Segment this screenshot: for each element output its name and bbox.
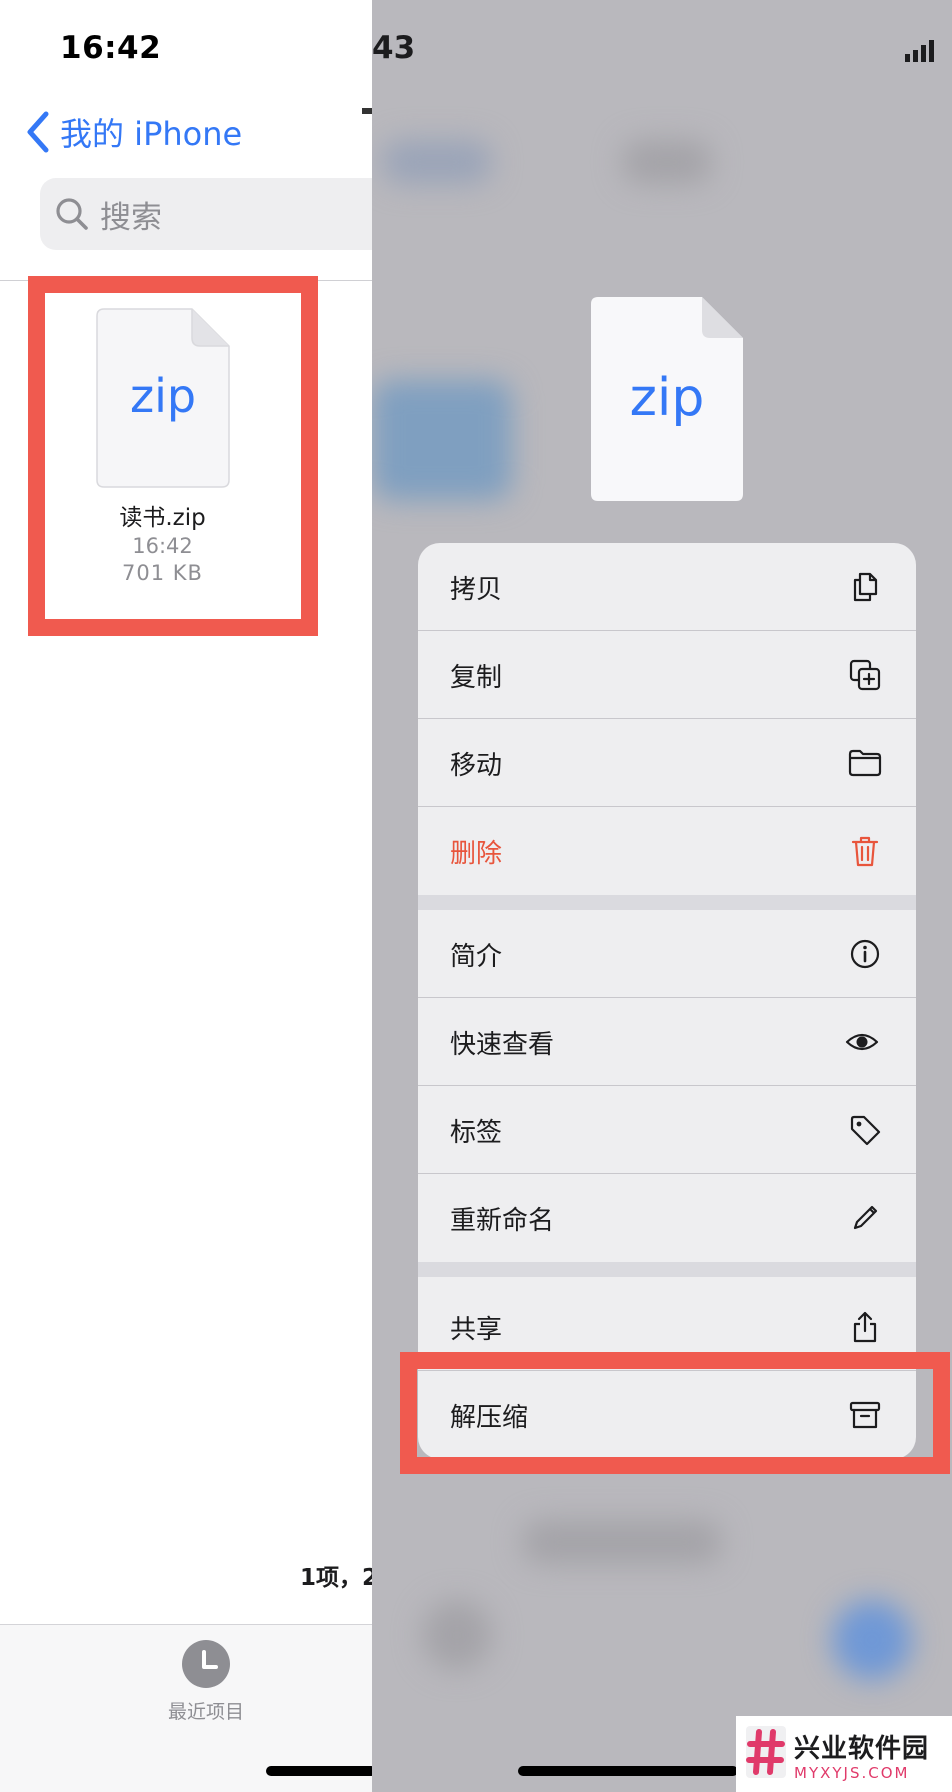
trash-icon [851,836,879,867]
blurred-footer [522,1520,722,1564]
search-field[interactable]: 搜索 [40,178,372,250]
menu-item-quick-look[interactable]: 快速查看 [418,998,916,1086]
menu-item-label: 简介 [450,941,503,972]
blurred-folder [372,380,512,500]
clock-icon[interactable] [182,1640,230,1688]
duplicate-icon [849,659,881,691]
eye-icon [845,1033,879,1051]
menu-item-label: 标签 [450,1117,503,1148]
status-time-fragment: 43 [372,30,416,66]
chevron-left-icon [27,111,49,153]
zip-preview-icon: zip [591,297,743,501]
watermark-title: 兴业软件园 [794,1734,930,1764]
context-menu: 拷贝 复制 移动 删除 简介 快速查看 标签 重新命名 共享 解压缩 [418,543,916,1459]
menu-item-copy[interactable]: 拷贝 [418,543,916,631]
blurred-back-button [382,140,492,184]
copy-icon [853,572,878,602]
menu-item-label: 移动 [450,750,503,781]
highlight-box-decompress [400,1352,950,1474]
search-icon [56,198,88,230]
blurred-title [622,140,712,184]
menu-item-tags[interactable]: 标签 [418,1086,916,1174]
item-count: 1项，2 [300,1565,372,1591]
home-indicator [266,1766,372,1776]
menu-item-duplicate[interactable]: 复制 [418,631,916,719]
menu-section-gap [418,1262,916,1277]
home-indicator [518,1766,738,1776]
menu-section-gap [418,895,916,910]
status-time: 16:42 [60,30,162,66]
info-icon [850,939,880,969]
files-browser-panel: 16:42 我的 iPhone 搜索 zip 读书.zip 16:42 701 … [0,0,372,1792]
highlight-box-file [28,276,318,636]
watermark-url: MYXYJS.COM [794,1764,910,1782]
menu-item-move[interactable]: 移动 [418,719,916,807]
page-title-fragment [362,108,372,114]
menu-item-label: 删除 [450,838,503,869]
search-placeholder: 搜索 [100,199,162,236]
pencil-icon [853,1205,878,1230]
back-button[interactable]: 我的 iPhone [24,110,242,154]
site-logo [746,1726,786,1778]
tab-recents-label[interactable]: 最近项目 [140,1697,272,1724]
menu-item-label: 重新命名 [450,1205,555,1236]
menu-item-delete[interactable]: 删除 [418,807,916,895]
menu-item-label: 快速查看 [450,1029,555,1060]
share-icon [853,1311,877,1343]
menu-item-info[interactable]: 简介 [418,910,916,998]
menu-item-label: 拷贝 [450,574,503,605]
context-menu-overlay[interactable]: 43 zip 拷贝 复制 移动 删除 简介 快速查看 标签 重新命名 共享 解压… [372,0,952,1792]
blurred-tab-icon [422,1600,492,1670]
menu-item-rename[interactable]: 重新命名 [418,1174,916,1262]
tag-icon [850,1115,881,1146]
signal-icon [905,40,934,62]
zip-preview-label: zip [630,368,705,428]
blurred-browse-icon [832,1600,912,1680]
back-label: 我的 iPhone [60,115,243,153]
folder-icon [848,749,882,777]
menu-item-label: 共享 [450,1314,503,1345]
menu-item-label: 复制 [450,662,503,693]
